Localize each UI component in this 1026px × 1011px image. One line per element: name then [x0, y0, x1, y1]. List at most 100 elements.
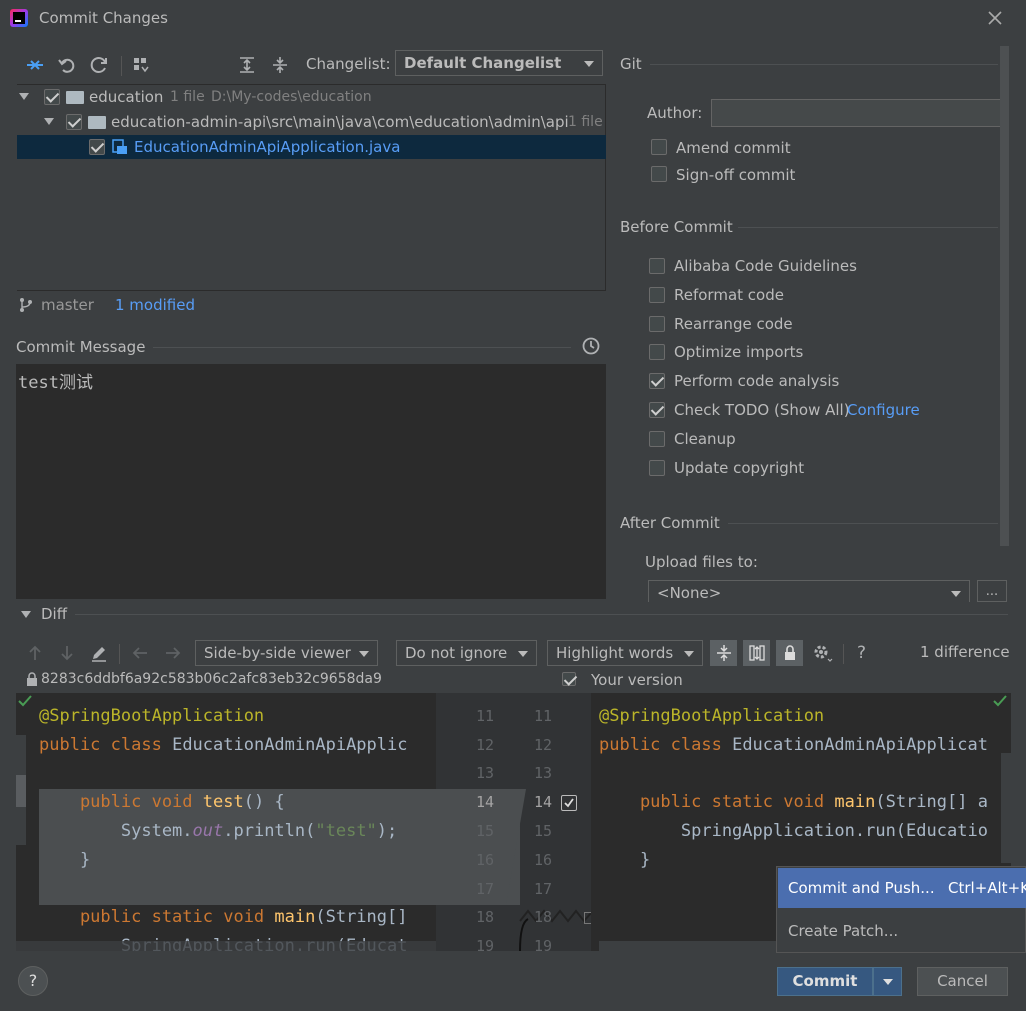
expand-all-icon[interactable]	[236, 54, 258, 76]
before-commit-checkbox-1[interactable]	[649, 286, 665, 303]
group-by-icon[interactable]	[130, 54, 152, 76]
before-commit-checkbox-4[interactable]	[649, 373, 665, 390]
tree-row-module[interactable]: education-admin-api\src\main\java\com\ed…	[17, 110, 606, 134]
before-commit-checkbox-6[interactable]	[649, 430, 665, 447]
expand-collapsed-icon[interactable]	[584, 912, 591, 924]
before-commit-label-6[interactable]: Cleanup	[674, 430, 736, 448]
root-name: education	[89, 88, 164, 106]
signoff-checkbox[interactable]	[651, 166, 667, 182]
before-commit-checkbox-7[interactable]	[649, 459, 665, 476]
before-commit-label-4[interactable]: Perform code analysis	[674, 372, 839, 390]
right-scroll-thumb[interactable]	[1001, 753, 1011, 863]
code-token: }	[39, 850, 91, 870]
diff-help-icon[interactable]: ?	[857, 643, 866, 663]
root-checkbox[interactable]	[44, 89, 60, 105]
code-token: class	[100, 735, 162, 755]
code-token: .println(	[223, 821, 316, 841]
show-diff-icon[interactable]	[24, 54, 46, 76]
right-line-number: 19	[533, 937, 552, 951]
right-ok-check-icon	[993, 695, 1007, 707]
left-hscrollbar[interactable]	[16, 941, 436, 951]
tree-row-file[interactable]: EducationAdminApiApplication.java	[17, 135, 606, 159]
ignore-select[interactable]: Do not ignore	[396, 640, 537, 666]
code-token: );	[376, 821, 398, 841]
module-checkbox[interactable]	[66, 114, 82, 130]
title-bar: Commit Changes	[0, 0, 1026, 36]
left-revision: 8283c6ddbf6a92c583b06c2afc83eb32c9658da9	[41, 671, 382, 687]
collapse-all-icon[interactable]	[269, 54, 291, 76]
left-scroll-thumb[interactable]	[16, 775, 26, 807]
lock-icon[interactable]	[776, 640, 803, 666]
branch-name: master	[41, 296, 94, 314]
right-line-number: 18	[533, 908, 552, 927]
include-changes-checkbox[interactable]	[562, 672, 576, 686]
before-commit-label-2[interactable]: Rearrange code	[674, 315, 793, 333]
help-button[interactable]: ?	[18, 966, 48, 996]
before-commit-checkbox-3[interactable]	[649, 344, 665, 361]
folder-icon	[88, 116, 106, 129]
upload-select[interactable]: <None>	[648, 580, 970, 602]
amend-checkbox[interactable]	[651, 139, 667, 155]
options-scrollbar[interactable]	[1000, 46, 1009, 546]
left-line-number: 10	[464, 693, 494, 696]
before-commit-label-5[interactable]: Check TODO (Show All)	[674, 401, 850, 419]
next-file-icon[interactable]	[162, 642, 184, 664]
rollback-icon[interactable]	[56, 54, 78, 76]
commit-button[interactable]: Commit	[777, 967, 873, 996]
tree-row-root[interactable]: education 1 file D:\My-codes\education	[17, 85, 606, 109]
edit-source-icon[interactable]	[88, 642, 110, 664]
diff-connector-shape	[506, 789, 591, 951]
commit-message-input[interactable]: test测试	[16, 364, 606, 599]
diff-left-editor[interactable]: @SpringBootApplication public class Educ…	[16, 693, 436, 951]
prev-difference-icon[interactable]	[24, 642, 46, 664]
sync-scroll-icon[interactable]	[743, 640, 770, 666]
changelist-select[interactable]: Default Changelist	[395, 50, 603, 76]
left-line-number: 16	[475, 850, 494, 869]
amend-label[interactable]: Amend commit	[676, 139, 791, 157]
commit-message-label: Commit Message	[16, 338, 146, 356]
after-commit-separator	[728, 523, 998, 524]
commit-dropdown-button[interactable]	[873, 967, 902, 996]
upload-browse-button[interactable]: ...	[977, 580, 1007, 602]
author-input[interactable]	[711, 99, 1004, 127]
history-icon[interactable]	[581, 336, 601, 356]
cancel-label: Cancel	[937, 972, 988, 990]
left-line-number: 15	[475, 822, 494, 840]
close-icon[interactable]	[986, 9, 1004, 27]
next-difference-icon[interactable]	[56, 642, 78, 664]
collapse-unchanged-icon[interactable]	[710, 640, 737, 666]
signoff-label[interactable]: Sign-off commit	[676, 166, 795, 184]
diff-collapse-arrow-icon[interactable]	[21, 611, 31, 618]
before-commit-label-7[interactable]: Update copyright	[674, 459, 804, 477]
code-token: public	[599, 735, 661, 755]
right-line-number: 15	[533, 822, 552, 840]
help-label: ?	[28, 971, 38, 990]
cancel-button[interactable]: Cancel	[917, 967, 1008, 996]
code-token: public static void	[599, 792, 835, 812]
prev-file-icon[interactable]	[129, 642, 151, 664]
code-token: EducationAdminApiApplicat	[721, 735, 988, 755]
before-commit-checkbox-0[interactable]	[649, 258, 665, 274]
commit-and-push-item[interactable]: Commit and Push... Ctrl+Alt+K	[778, 868, 1026, 908]
before-commit-label-3[interactable]: Optimize imports	[674, 343, 803, 361]
commit-message-separator	[153, 347, 571, 348]
file-checkbox[interactable]	[89, 139, 105, 155]
code-token: test	[202, 792, 244, 812]
right-line-number: 17	[533, 879, 552, 898]
configure-link[interactable]: Configure	[847, 401, 920, 419]
viewer-select[interactable]: Side-by-side viewer	[195, 640, 378, 666]
before-commit-label-1[interactable]: Reformat code	[674, 286, 784, 304]
expand-arrow-icon[interactable]	[44, 118, 54, 125]
create-patch-item[interactable]: Create Patch...	[778, 912, 1026, 952]
before-commit-checkbox-2[interactable]	[649, 315, 665, 332]
settings-gear-icon[interactable]	[811, 642, 833, 664]
right-line-number: 16	[533, 850, 552, 869]
expand-arrow-icon[interactable]	[19, 93, 29, 100]
before-commit-checkbox-5[interactable]	[649, 402, 665, 418]
include-change-checkbox[interactable]	[561, 795, 577, 811]
refresh-icon[interactable]	[88, 54, 110, 76]
modified-count[interactable]: 1 modified	[115, 296, 195, 314]
before-commit-separator	[738, 227, 998, 228]
highlight-select[interactable]: Highlight words	[547, 640, 703, 666]
before-commit-label-0[interactable]: Alibaba Code Guidelines	[674, 257, 857, 275]
